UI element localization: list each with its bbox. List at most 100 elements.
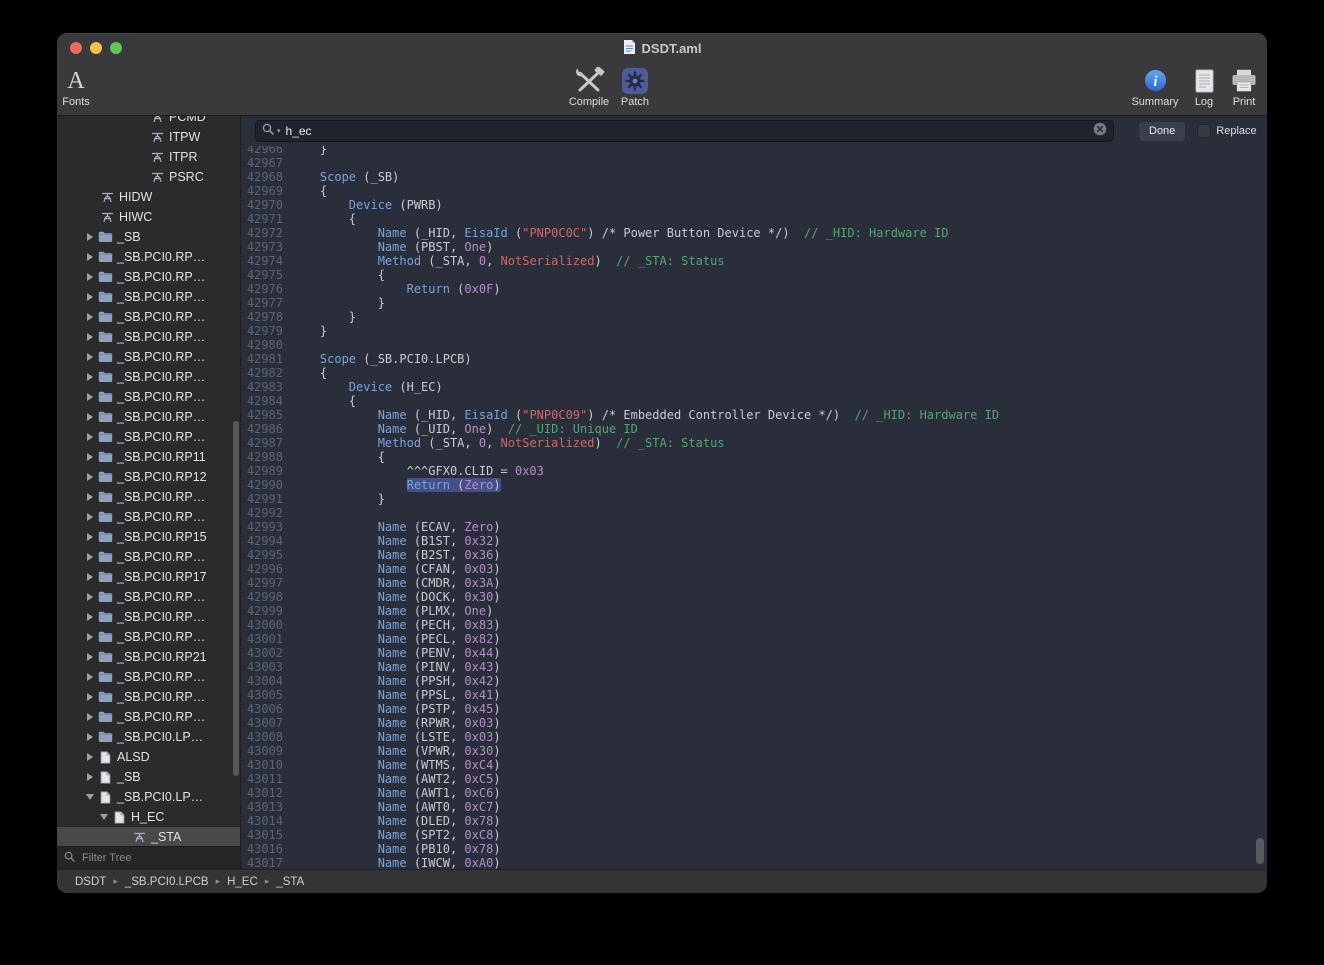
disclosure-expanded-icon[interactable] [83,794,97,800]
disclosure-collapsed-icon[interactable] [83,513,97,521]
tree-item-_sb.pci0.rp[interactable]: _SB.PCI0.RP… [57,327,240,347]
code-line[interactable]: 42967 [241,156,1267,170]
path-segment[interactable]: H_EC [227,876,258,888]
code-line[interactable]: 43007 Name (RPWR, 0x03) [241,716,1267,730]
disclosure-collapsed-icon[interactable] [83,753,97,761]
disclosure-collapsed-icon[interactable] [83,393,97,401]
close-button[interactable] [70,42,82,54]
tree-item-itpw[interactable]: ITPW [57,127,240,147]
code-line[interactable]: 43001 Name (PECL, 0x82) [241,632,1267,646]
filter-tree-input[interactable] [80,851,233,865]
tree-item-_sb[interactable]: _SB [57,227,240,247]
code-line[interactable]: 42984 { [241,394,1267,408]
tree-item-_sb.pci0.rp[interactable]: _SB.PCI0.RP… [57,287,240,307]
done-button[interactable]: Done [1139,122,1185,141]
code-line[interactable]: 42992 [241,506,1267,520]
code-line[interactable]: 42973 Name (PBST, One) [241,240,1267,254]
code-line[interactable]: 43009 Name (VPWR, 0x30) [241,744,1267,758]
code-line[interactable]: 43005 Name (PPSL, 0x41) [241,688,1267,702]
clear-search-icon[interactable] [1093,122,1107,141]
disclosure-collapsed-icon[interactable] [83,433,97,441]
disclosure-collapsed-icon[interactable] [83,273,97,281]
tree-item-_sb.pci0.rp[interactable]: _SB.PCI0.RP… [57,607,240,627]
tree-item-_sta[interactable]: _STA [57,827,240,846]
tree-item-_sb.pci0.rp[interactable]: _SB.PCI0.RP… [57,427,240,447]
minimize-button[interactable] [90,42,102,54]
editor-scrollbar-thumb[interactable] [1256,838,1264,864]
code-line[interactable]: 43006 Name (PSTP, 0x45) [241,702,1267,716]
tree-item-alsd[interactable]: ALSD [57,747,240,767]
disclosure-collapsed-icon[interactable] [83,573,97,581]
code-line[interactable]: 42994 Name (B1ST, 0x32) [241,534,1267,548]
tree-item-_sb.pci0.rp[interactable]: _SB.PCI0.RP… [57,547,240,567]
titlebar[interactable]: DSDT.aml [57,33,1267,63]
code-line[interactable]: 42966 } [241,146,1267,156]
code-line[interactable]: 43015 Name (SPT2, 0xC8) [241,828,1267,842]
code-line[interactable]: 42979 } [241,324,1267,338]
code-line[interactable]: 42997 Name (CMDR, 0x3A) [241,576,1267,590]
code-line[interactable]: 42970 Device (PWRB) [241,198,1267,212]
disclosure-collapsed-icon[interactable] [83,313,97,321]
code-line[interactable]: 42976 Return (0x0F) [241,282,1267,296]
code-line[interactable]: 42977 } [241,296,1267,310]
path-segment[interactable]: _STA [276,876,304,888]
tree-item-_sb.pci0.lp[interactable]: _SB.PCI0.LP… [57,727,240,747]
code-line[interactable]: 42995 Name (B2ST, 0x36) [241,548,1267,562]
summary-button[interactable]: i Summary [1127,66,1183,108]
tree-item-pcmd[interactable]: PCMD [57,116,240,127]
disclosure-collapsed-icon[interactable] [83,453,97,461]
code-line[interactable]: 42982 { [241,366,1267,380]
disclosure-collapsed-icon[interactable] [83,713,97,721]
zoom-button[interactable] [110,42,122,54]
disclosure-collapsed-icon[interactable] [83,733,97,741]
tree-item-_sb.pci0.lp[interactable]: _SB.PCI0.LP… [57,787,240,807]
code-editor[interactable]: 42966 }42967 42968 Scope (_SB)42969 {429… [241,146,1267,869]
code-line[interactable]: 43003 Name (PINV, 0x43) [241,660,1267,674]
path-segment[interactable]: DSDT [75,876,106,888]
code-line[interactable]: 42985 Name (_HID, EisaId ("PNP0C09") /* … [241,408,1267,422]
code-line[interactable]: 42987 Method (_STA, 0, NotSerialized) //… [241,436,1267,450]
disclosure-collapsed-icon[interactable] [83,353,97,361]
disclosure-collapsed-icon[interactable] [83,693,97,701]
tree-item-_sb.pci0.rp[interactable]: _SB.PCI0.RP… [57,347,240,367]
tree-item-hidw[interactable]: HIDW [57,187,240,207]
tree-item-psrc[interactable]: PSRC [57,167,240,187]
disclosure-collapsed-icon[interactable] [83,473,97,481]
patch-button[interactable]: Patch [607,66,663,108]
disclosure-expanded-icon[interactable] [97,814,111,820]
find-input[interactable] [284,123,1090,139]
code-line[interactable]: 42983 Device (H_EC) [241,380,1267,394]
tree-item-_sb.pci0.rp[interactable]: _SB.PCI0.RP… [57,667,240,687]
code-line[interactable]: 42981 Scope (_SB.PCI0.LPCB) [241,352,1267,366]
code-line[interactable]: 42971 { [241,212,1267,226]
tree-item-_sb.pci0.rp17[interactable]: _SB.PCI0.RP17 [57,567,240,587]
code-line[interactable]: 43012 Name (AWT1, 0xC6) [241,786,1267,800]
code-line[interactable]: 43011 Name (AWT2, 0xC5) [241,772,1267,786]
disclosure-collapsed-icon[interactable] [83,613,97,621]
tree-item-_sb.pci0.rp21[interactable]: _SB.PCI0.RP21 [57,647,240,667]
replace-checkbox[interactable] [1197,124,1211,138]
code-line[interactable]: 42975 { [241,268,1267,282]
code-line[interactable]: 42993 Name (ECAV, Zero) [241,520,1267,534]
code-line[interactable]: 42986 Name (_UID, One) // _UID: Unique I… [241,422,1267,436]
fonts-button[interactable]: A Fonts [57,66,104,108]
path-segment[interactable]: _SB.PCI0.LPCB [125,876,209,888]
tree-item-_sb.pci0.rp[interactable]: _SB.PCI0.RP… [57,487,240,507]
tree-item-_sb.pci0.rp[interactable]: _SB.PCI0.RP… [57,587,240,607]
code-line[interactable]: 43002 Name (PENV, 0x44) [241,646,1267,660]
disclosure-collapsed-icon[interactable] [83,413,97,421]
disclosure-collapsed-icon[interactable] [83,253,97,261]
code-line[interactable]: 43004 Name (PPSH, 0x42) [241,674,1267,688]
tree-item-_sb.pci0.rp[interactable]: _SB.PCI0.RP… [57,707,240,727]
tree-item-_sb.pci0.rp[interactable]: _SB.PCI0.RP… [57,407,240,427]
tree-item-_sb.pci0.rp[interactable]: _SB.PCI0.RP… [57,687,240,707]
tree-item-_sb[interactable]: _SB [57,767,240,787]
disclosure-collapsed-icon[interactable] [83,593,97,601]
code-line[interactable]: 43008 Name (LSTE, 0x03) [241,730,1267,744]
code-line[interactable]: 43000 Name (PECH, 0x83) [241,618,1267,632]
tree-item-_sb.pci0.rp[interactable]: _SB.PCI0.RP… [57,247,240,267]
code-line[interactable]: 42974 Method (_STA, 0, NotSerialized) //… [241,254,1267,268]
code-line[interactable]: 43014 Name (DLED, 0x78) [241,814,1267,828]
code-line[interactable]: 42988 { [241,450,1267,464]
tree-item-_sb.pci0.rp12[interactable]: _SB.PCI0.RP12 [57,467,240,487]
